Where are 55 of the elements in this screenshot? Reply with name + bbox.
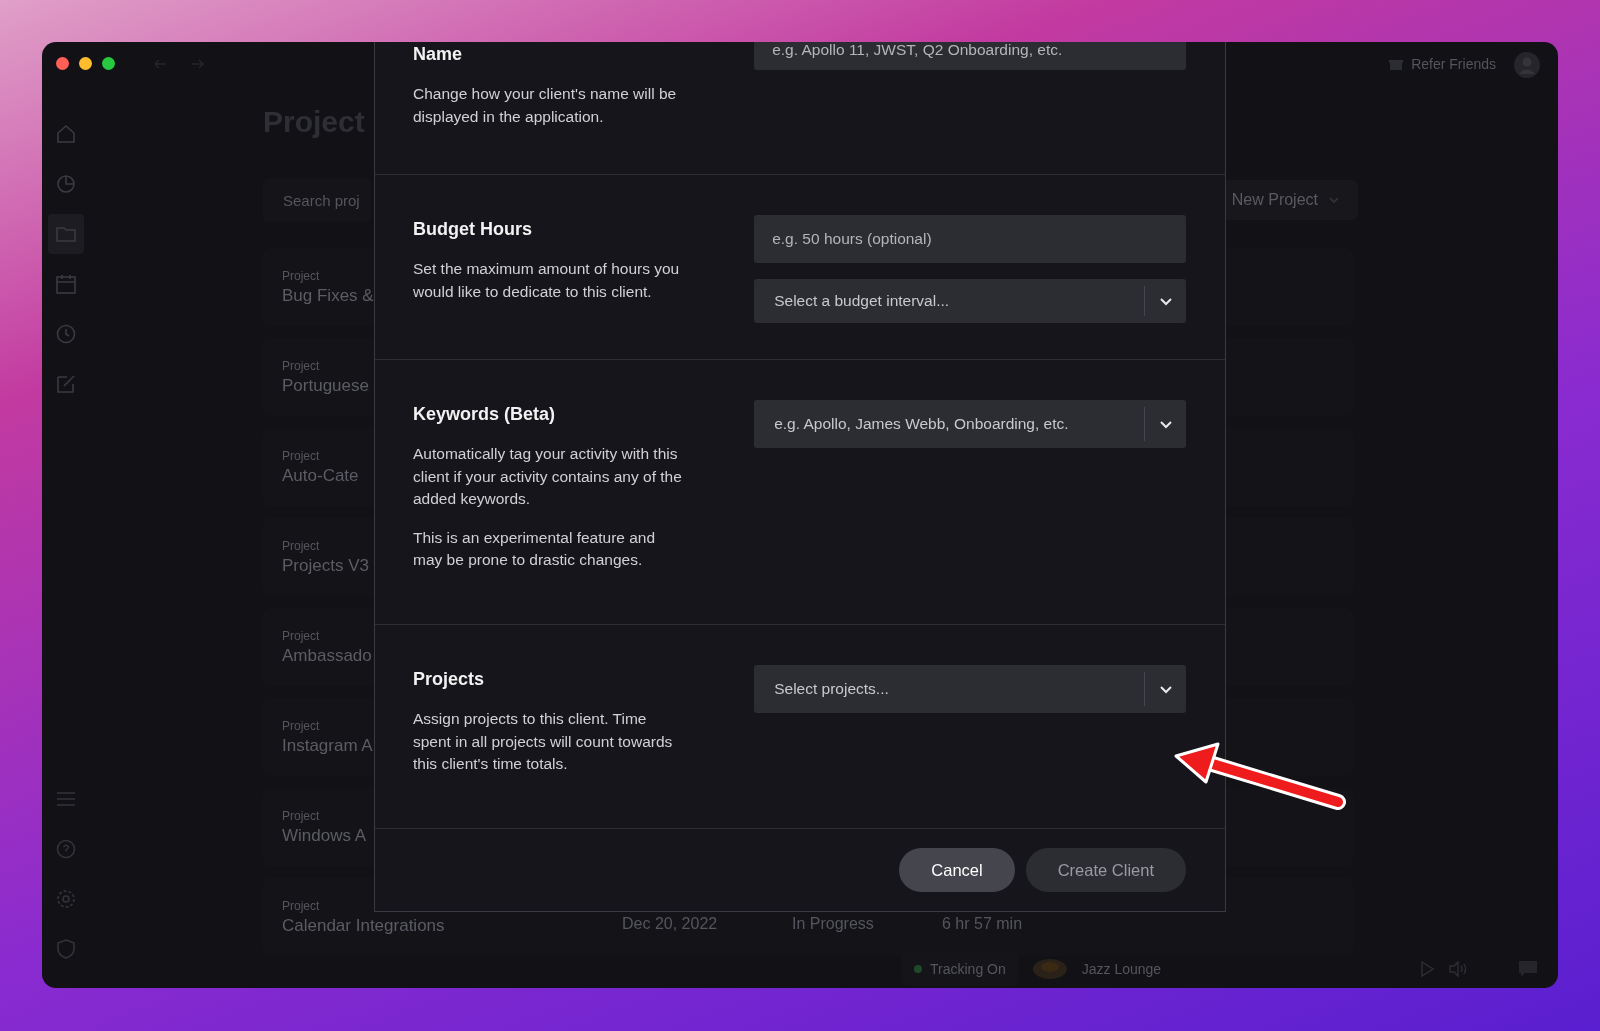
pie-chart-icon [55, 173, 77, 195]
dropdown-field[interactable]: Select projects... [754, 665, 1186, 713]
avatar-icon[interactable] [1514, 52, 1540, 78]
project-name: Auto-Cate [282, 465, 359, 486]
project-name: Portuguese [282, 375, 369, 396]
row-label: Project [282, 538, 320, 553]
row-label: Project [282, 268, 320, 283]
project-name: Bug Fixes & [282, 285, 374, 306]
text-field[interactable]: e.g. 50 hours (optional) [754, 215, 1186, 263]
album-art-icon [1031, 957, 1068, 981]
section-description: This is an experimental feature and may be prone to drastic changes. [413, 527, 657, 570]
chevron-down-icon [1328, 194, 1340, 206]
sidebar-item[interactable] [48, 214, 84, 254]
clock-icon [55, 323, 77, 345]
settings-icon[interactable] [55, 888, 77, 910]
section-title: Budget Hours [413, 219, 533, 240]
row-label: Project [282, 628, 320, 643]
project-name: Instagram A [282, 735, 373, 756]
shield-icon[interactable] [55, 938, 77, 960]
home-icon [55, 123, 77, 145]
close-icon[interactable] [56, 57, 69, 70]
track-title: Jazz Lounge [1081, 961, 1162, 977]
status-dot-icon [914, 965, 922, 973]
row-label: Project [282, 358, 320, 373]
dropdown-field[interactable]: e.g. Apollo, James Webb, Onboarding, etc. [754, 400, 1186, 448]
section-description: Assign projects to this client. Time spent in all projects will count towards this client's time totals. [413, 709, 674, 774]
calendar-icon [55, 273, 77, 295]
row-label: Project [282, 448, 320, 463]
volume-icon[interactable] [1448, 961, 1468, 977]
maximize-icon[interactable] [102, 57, 115, 70]
refer-friends-button[interactable]: Refer Friends [1389, 56, 1496, 72]
project-status: In Progress [792, 915, 875, 933]
section-description: Set the maximum amount of hours you would like to dedicate to this client. [413, 259, 681, 302]
project-name: Ambassado [282, 645, 372, 666]
row-label: Project [282, 718, 320, 733]
help-icon[interactable] [55, 838, 77, 860]
project-duration: 6 hr 57 min [942, 915, 1023, 933]
section-description: Change how your client's name will be displayed in the application. [413, 84, 678, 127]
section-title: Keywords (Beta) [413, 404, 557, 425]
row-label: Project [282, 808, 320, 823]
text-field[interactable]: e.g. Apollo 11, JWST, Q2 Onboarding, etc. [754, 42, 1186, 70]
cancel-button[interactable]: Cancel [899, 848, 1015, 892]
dropdown-field[interactable]: Select a budget interval... [754, 279, 1186, 323]
play-icon[interactable] [1420, 961, 1434, 977]
row-label: Project [282, 898, 320, 913]
gift-icon [1389, 57, 1404, 71]
minimize-icon[interactable] [79, 57, 92, 70]
project-name: Calendar Integrations [282, 915, 445, 936]
project-name: Projects V3 [282, 555, 369, 576]
edit-icon [55, 373, 77, 395]
project-name: Windows A [282, 825, 367, 846]
project-date: Dec 20, 2022 [622, 915, 719, 933]
section-title: Name [413, 44, 464, 65]
section-description: Automatically tag your activity with this client if your activity contains any of the added keywords. [413, 444, 683, 509]
section-title: Projects [413, 669, 486, 690]
